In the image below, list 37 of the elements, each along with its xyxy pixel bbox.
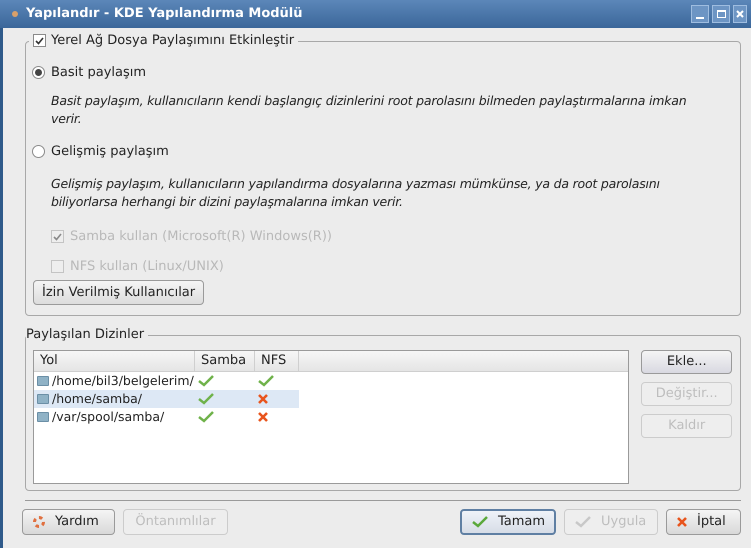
- radio-label[interactable]: Basit paylaşım: [51, 63, 146, 82]
- dialog-button[interactable]: İptal: [666, 509, 741, 535]
- cross-icon: [677, 517, 687, 527]
- list-row[interactable]: /home/samba/: [34, 390, 299, 408]
- column-header[interactable]: Yol: [34, 351, 195, 371]
- check-icon: [472, 516, 488, 528]
- minimize-icon: [696, 17, 704, 19]
- checkbox[interactable]: [33, 34, 46, 48]
- check-icon: [575, 516, 591, 528]
- folder-icon: [37, 412, 49, 422]
- mode-description: Gelişmiş paylaşım, kullanıcıların yapılandırma dosyalarına yazması mümkünse, ya da root parolasını biliyorlarsa herhangi bir dizini paylaşmalarına imkan verir.: [50, 175, 661, 211]
- list-row[interactable]: /var/spool/samba/: [34, 408, 299, 426]
- radio-button[interactable]: [32, 66, 45, 80]
- users-button[interactable]: İzin Verilmiş Kullanıcılar: [33, 280, 204, 305]
- mode-description: Basit paylaşım, kullanıcıların kendi başlangıç dizinlerini root parolasını bilmeden paylaştırmalarına imkan verir.: [50, 92, 688, 128]
- path-text: /var/spool/samba/: [52, 408, 164, 426]
- minimize-button[interactable]: [691, 5, 709, 23]
- lifebuoy-icon: [33, 516, 45, 528]
- dialog-button[interactable]: Yardım: [22, 509, 115, 535]
- close-button[interactable]: [733, 5, 747, 23]
- column-header[interactable]: Samba: [195, 351, 255, 371]
- maximize-icon: [716, 10, 726, 18]
- list-row[interactable]: /home/bil3/belgelerim/: [34, 372, 299, 390]
- path-text: /home/bil3/belgelerim/: [52, 372, 194, 390]
- column-header[interactable]: NFS: [255, 351, 299, 371]
- list-button[interactable]: Ekle...: [641, 350, 732, 374]
- group-label[interactable]: Yerel Ağ Dosya Paylaşımını Etkinleştir: [51, 31, 294, 50]
- window-icon: [12, 11, 18, 17]
- folder-icon: [37, 394, 49, 404]
- radio-label[interactable]: Gelişmiş paylaşım: [51, 142, 169, 161]
- dialog-button[interactable]: Tamam: [460, 509, 556, 535]
- window-title: Yapılandır - KDE Yapılandırma Modülü: [26, 5, 304, 24]
- radio-button[interactable]: [32, 144, 45, 158]
- close-icon: [736, 10, 744, 18]
- path-text: /home/samba/: [52, 390, 142, 408]
- maximize-button[interactable]: [712, 5, 730, 23]
- folder-icon: [37, 376, 49, 386]
